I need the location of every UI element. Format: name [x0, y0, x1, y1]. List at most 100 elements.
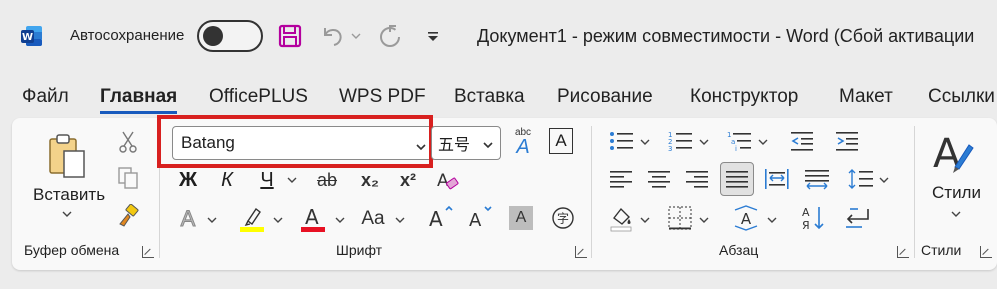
font-launcher-icon[interactable]: [575, 246, 587, 258]
bullets-dropdown-icon[interactable]: [639, 136, 651, 148]
multilevel-list-icon[interactable]: 1ai: [724, 126, 754, 156]
borders-dropdown-icon[interactable]: [698, 214, 710, 226]
align-center-icon[interactable]: [644, 164, 674, 194]
character-border-icon[interactable]: A: [549, 128, 573, 154]
styles-button[interactable]: Стили: [932, 183, 981, 203]
font-size-select[interactable]: 五号: [431, 126, 501, 160]
chinese-layout-dropdown-icon[interactable]: [766, 214, 778, 226]
styles-group-label: Стили: [921, 242, 962, 258]
toggle-knob: [203, 26, 223, 46]
redo-icon[interactable]: [374, 20, 406, 52]
subscript-button[interactable]: x₂: [356, 166, 384, 194]
svg-text:W: W: [22, 32, 33, 43]
paragraph-marks-icon[interactable]: [840, 202, 872, 234]
tab-draw[interactable]: Рисование: [557, 86, 653, 108]
document-title: Документ1 - режим совместимости - Word (…: [477, 26, 975, 46]
svg-text:A: A: [305, 205, 319, 229]
text-effects-dropdown-icon[interactable]: [206, 214, 218, 226]
tab-layout[interactable]: Макет: [839, 86, 893, 108]
change-case-label: Aa: [361, 208, 385, 229]
svg-text:Я: Я: [802, 219, 810, 232]
svg-text:A: A: [469, 210, 482, 231]
numbering-dropdown-icon[interactable]: [698, 136, 710, 148]
justify-icon[interactable]: [720, 162, 754, 196]
paste-button[interactable]: Вставить: [33, 185, 105, 205]
increase-indent-icon[interactable]: [832, 126, 862, 156]
distributed-icon[interactable]: [762, 164, 792, 194]
tab-home[interactable]: Главная: [100, 86, 178, 114]
undo-icon[interactable]: [318, 20, 346, 52]
numbering-icon[interactable]: 123: [665, 126, 695, 156]
paragraph-launcher-icon[interactable]: [897, 246, 909, 258]
strikethrough-button[interactable]: ab: [312, 166, 342, 194]
phonetic-a-icon: A: [516, 135, 530, 158]
svg-text:A: A: [429, 207, 443, 231]
highlight-dropdown-icon[interactable]: [272, 214, 284, 226]
superscript-button[interactable]: x²: [394, 166, 422, 194]
line-spacing-icon[interactable]: [846, 164, 876, 194]
word-logo-icon: W: [20, 24, 44, 48]
enclose-characters-icon[interactable]: 字: [549, 204, 577, 232]
tab-officeplus[interactable]: OfficePLUS: [209, 86, 308, 108]
italic-button[interactable]: К: [215, 166, 239, 194]
ribbon-panel: Вставить Буфер обмена Batang 五号 abc A A …: [12, 115, 997, 270]
tab-insert[interactable]: Вставка: [454, 86, 525, 108]
svg-text:i: i: [735, 145, 737, 153]
clipboard-group-label: Буфер обмена: [24, 242, 120, 258]
paste-dropdown-icon[interactable]: [60, 208, 74, 220]
bullets-icon[interactable]: [606, 126, 636, 156]
svg-text:3: 3: [668, 145, 672, 153]
distribute-text-icon[interactable]: [802, 164, 832, 194]
clear-formatting-icon[interactable]: A: [432, 166, 462, 196]
grow-font-icon[interactable]: A: [426, 202, 456, 234]
change-case-dropdown-icon[interactable]: [394, 214, 406, 226]
multilevel-dropdown-icon[interactable]: [757, 136, 769, 148]
character-shading-icon[interactable]: A: [509, 206, 533, 230]
font-color-icon[interactable]: A: [299, 202, 327, 234]
group-separator: [591, 126, 592, 258]
text-highlight-icon[interactable]: [238, 202, 266, 234]
svg-text:A: A: [437, 171, 449, 191]
change-case-button[interactable]: Aa: [357, 204, 389, 234]
borders-icon[interactable]: [665, 202, 695, 234]
styles-icon[interactable]: A: [930, 128, 976, 178]
save-icon[interactable]: [276, 20, 304, 52]
title-bar: W Автосохранение Документ1 - режим совме…: [0, 0, 997, 72]
clipboard-launcher-icon[interactable]: [142, 246, 154, 258]
tab-design[interactable]: Конструктор: [690, 86, 798, 108]
shrink-font-icon[interactable]: A: [466, 202, 496, 234]
format-painter-icon[interactable]: [114, 202, 142, 230]
tab-file[interactable]: Файл: [22, 86, 69, 108]
cut-icon[interactable]: [116, 128, 140, 156]
undo-dropdown-icon[interactable]: [349, 20, 363, 52]
underline-button[interactable]: Ч: [255, 166, 279, 194]
font-color-dropdown-icon[interactable]: [334, 214, 346, 226]
text-effects-icon[interactable]: A: [174, 204, 202, 234]
tab-references[interactable]: Ссылки: [928, 86, 995, 108]
autosave-toggle[interactable]: [197, 20, 263, 52]
decrease-indent-icon[interactable]: [787, 126, 817, 156]
ribbon-tabs: Файл Главная OfficePLUS WPS PDF Вставка …: [0, 82, 997, 114]
bold-button[interactable]: Ж: [176, 166, 200, 194]
shading-icon[interactable]: [606, 202, 636, 234]
svg-text:А: А: [802, 206, 810, 219]
styles-launcher-icon[interactable]: [980, 246, 992, 258]
align-right-icon[interactable]: [682, 164, 712, 194]
phonetic-guide-button[interactable]: abc A: [508, 124, 538, 158]
copy-icon[interactable]: [116, 164, 140, 192]
styles-dropdown-icon[interactable]: [949, 208, 963, 220]
group-separator: [914, 126, 915, 258]
font-group-label: Шрифт: [336, 242, 383, 258]
underline-dropdown-icon[interactable]: [286, 174, 298, 186]
line-spacing-dropdown-icon[interactable]: [878, 174, 890, 186]
align-left-icon[interactable]: [606, 164, 636, 194]
customize-qat-icon[interactable]: [424, 20, 442, 52]
paragraph-group-label: Абзац: [719, 242, 759, 258]
paste-icon[interactable]: [42, 128, 92, 184]
sort-icon[interactable]: АЯ: [798, 202, 828, 234]
shading-dropdown-icon[interactable]: [639, 214, 651, 226]
tab-wps-pdf[interactable]: WPS PDF: [339, 86, 426, 108]
superscript-label: x²: [399, 169, 416, 190]
svg-text:A: A: [741, 210, 752, 228]
chinese-layout-icon[interactable]: A: [730, 202, 762, 234]
